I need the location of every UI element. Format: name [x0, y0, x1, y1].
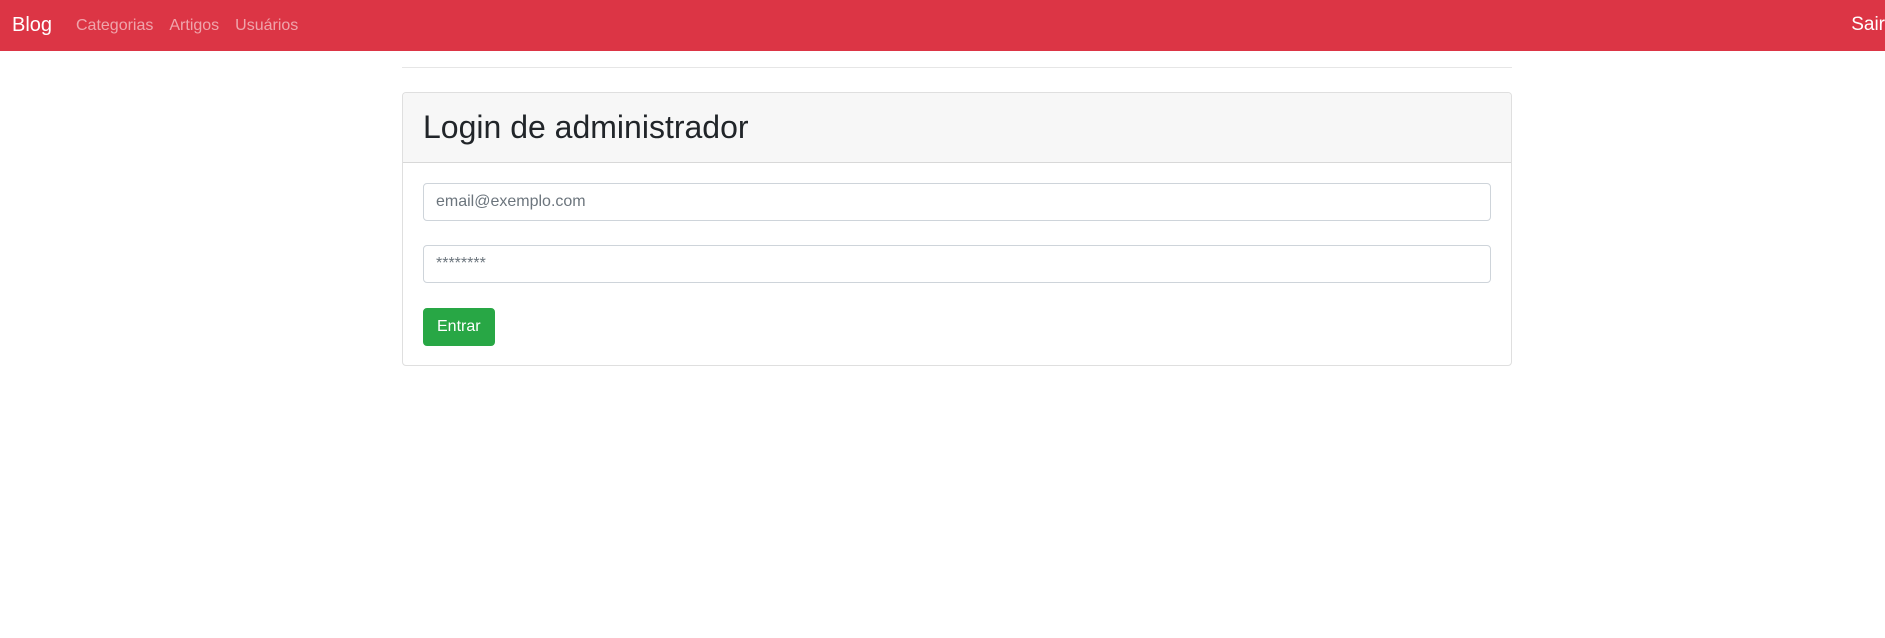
divider: [402, 67, 1512, 68]
login-button[interactable]: Entrar: [423, 308, 495, 346]
nav-link-usuarios[interactable]: Usuários: [227, 17, 306, 35]
nav-links: Categorias Artigos Usuários: [76, 0, 306, 51]
nav-link-artigos[interactable]: Artigos: [161, 17, 227, 35]
password-field[interactable]: [423, 245, 1491, 283]
nav-link-categorias[interactable]: Categorias: [76, 17, 161, 35]
login-card: Login de administrador Entrar: [402, 92, 1512, 366]
email-field[interactable]: [423, 183, 1491, 221]
page-title: Login de administrador: [423, 108, 749, 145]
brand-link[interactable]: Blog: [12, 0, 52, 51]
card-header: Login de administrador: [403, 93, 1511, 163]
logout-link[interactable]: Sair: [1851, 0, 1885, 51]
navbar: Blog Categorias Artigos Usuários Sair: [0, 0, 1885, 51]
